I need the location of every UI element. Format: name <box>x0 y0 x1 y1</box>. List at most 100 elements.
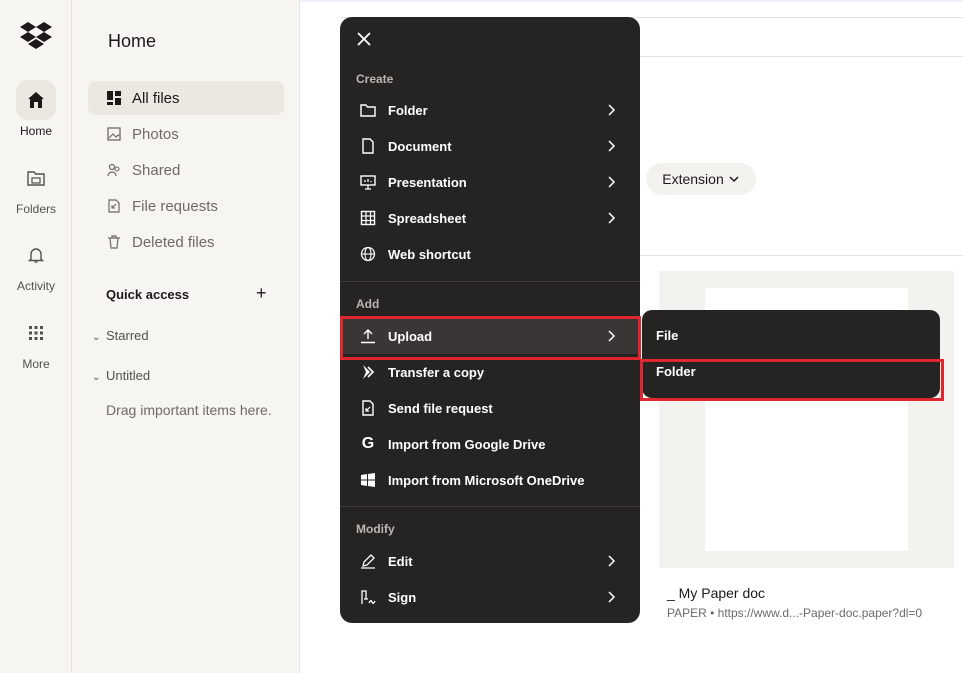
quick-access-add-button[interactable]: + <box>256 283 267 304</box>
menu-item-label: Import from Microsoft OneDrive <box>388 472 585 488</box>
menu-item-label: Transfer a copy <box>388 364 485 380</box>
trash-icon <box>106 234 122 250</box>
folders-icon <box>16 158 56 198</box>
create-menu: Create Folder Document Presentation Spre… <box>340 17 640 623</box>
presentation-icon <box>360 174 376 190</box>
sign-icon <box>360 589 376 605</box>
menu-item-web-shortcut[interactable]: Web shortcut <box>340 236 640 272</box>
submenu-item-label: File <box>656 327 679 343</box>
chip-label: Extension <box>662 171 724 187</box>
menu-item-import-onedrive[interactable]: Import from Microsoft OneDrive <box>340 462 640 498</box>
menu-item-label: Send file request <box>388 400 493 416</box>
windows-icon <box>360 472 376 488</box>
pencil-icon <box>360 553 376 569</box>
section-starred[interactable]: ⌄ Starred <box>92 328 149 343</box>
globe-icon <box>360 246 376 262</box>
file-request-icon <box>360 400 376 416</box>
menu-item-presentation[interactable]: Presentation <box>340 164 640 200</box>
rail-label-activity: Activity <box>16 279 55 293</box>
menu-group-modify: Modify <box>356 522 395 536</box>
chevron-right-icon <box>608 330 616 342</box>
menu-item-label: Spreadsheet <box>388 210 467 226</box>
extension-filter-chip[interactable]: Extension <box>646 163 756 195</box>
section-label: Starred <box>106 328 149 343</box>
nav-rail: Home Folders Activity More <box>0 0 72 673</box>
document-icon <box>360 138 376 154</box>
sidebar-title: Home <box>108 31 157 51</box>
bell-icon <box>16 235 56 275</box>
sidebar-item-label: Shared <box>132 161 181 179</box>
sidebar-item-all-files[interactable]: All files <box>88 81 284 115</box>
submenu-item-folder[interactable]: Folder <box>642 353 940 389</box>
chevron-right-icon <box>608 212 616 224</box>
upload-icon <box>360 328 376 344</box>
sidebar-item-label: File requests <box>132 197 218 215</box>
google-icon: G <box>361 435 375 452</box>
close-icon[interactable] <box>356 31 372 47</box>
dropbox-app: Home Folders Activity More Home All file… <box>0 0 963 673</box>
menu-item-label: Folder <box>388 102 428 118</box>
all-files-icon <box>106 90 122 106</box>
sidebar-item-deleted-files[interactable]: Deleted files <box>88 225 284 259</box>
sidebar-item-photos[interactable]: Photos <box>88 117 284 151</box>
dropbox-logo-icon[interactable] <box>20 22 52 50</box>
menu-item-document[interactable]: Document <box>340 128 640 164</box>
chevron-right-icon <box>608 591 616 603</box>
chevron-down-icon <box>729 176 739 183</box>
rail-label-more: More <box>22 357 50 371</box>
sidebar-item-label: All files <box>132 89 180 107</box>
menu-group-create: Create <box>356 72 394 86</box>
menu-item-sign[interactable]: Sign <box>340 579 640 615</box>
quick-access-heading: Quick access <box>106 287 190 302</box>
file-requests-icon <box>106 198 122 214</box>
rail-label-folders: Folders <box>15 202 56 216</box>
menu-item-label: Sign <box>388 589 417 605</box>
menu-item-spreadsheet[interactable]: Spreadsheet <box>340 200 640 236</box>
transfer-icon <box>360 364 376 380</box>
menu-item-edit[interactable]: Edit <box>340 543 640 579</box>
chevron-down-icon: ⌄ <box>92 332 101 343</box>
submenu-item-file[interactable]: File <box>642 317 940 353</box>
chevron-down-icon: ⌄ <box>92 372 101 383</box>
file-meta: PAPER • https://www.d...-Paper-doc.paper… <box>667 606 923 620</box>
rail-item-more[interactable]: More <box>0 313 72 371</box>
top-divider <box>300 0 963 2</box>
chevron-right-icon <box>608 176 616 188</box>
rail-label-home: Home <box>19 124 52 138</box>
shared-icon <box>106 162 122 178</box>
sidebar-item-file-requests[interactable]: File requests <box>88 189 284 223</box>
photos-icon <box>106 126 122 142</box>
menu-divider <box>340 281 640 282</box>
menu-item-label: Web shortcut <box>388 246 471 262</box>
sidebar-item-shared[interactable]: Shared <box>88 153 284 187</box>
menu-divider <box>340 506 640 507</box>
section-label: Untitled <box>106 368 151 383</box>
sidebar-item-label: Deleted files <box>132 233 215 251</box>
menu-group-add: Add <box>356 297 380 311</box>
spreadsheet-icon <box>360 210 376 226</box>
upload-submenu: File Folder <box>642 310 940 398</box>
menu-item-label: Import from Google Drive <box>388 436 546 452</box>
submenu-item-label: Folder <box>656 363 696 379</box>
rail-item-home[interactable]: Home <box>0 80 72 138</box>
menu-item-folder[interactable]: Folder <box>340 92 640 128</box>
section-untitled[interactable]: ⌄ Untitled <box>92 368 150 383</box>
rail-item-folders[interactable]: Folders <box>0 158 72 216</box>
menu-item-label: Presentation <box>388 174 467 190</box>
folder-icon <box>360 102 376 118</box>
menu-item-upload[interactable]: Upload <box>340 318 640 354</box>
file-name[interactable]: _ My Paper doc <box>667 585 765 601</box>
drag-hint-text: Drag important items here. <box>106 402 272 418</box>
rail-item-activity[interactable]: Activity <box>0 235 72 293</box>
sidebar: Home All files Photos Shared File reques… <box>72 0 300 673</box>
grid-icon <box>16 313 56 353</box>
menu-item-label: Edit <box>388 553 413 569</box>
chevron-right-icon <box>608 104 616 116</box>
menu-item-import-google-drive[interactable]: G Import from Google Drive <box>340 426 640 462</box>
sidebar-item-label: Photos <box>132 125 179 143</box>
chevron-right-icon <box>608 555 616 567</box>
menu-item-send-file-request[interactable]: Send file request <box>340 390 640 426</box>
home-icon <box>16 80 56 120</box>
menu-item-label: Upload <box>388 328 433 344</box>
menu-item-transfer-copy[interactable]: Transfer a copy <box>340 354 640 390</box>
